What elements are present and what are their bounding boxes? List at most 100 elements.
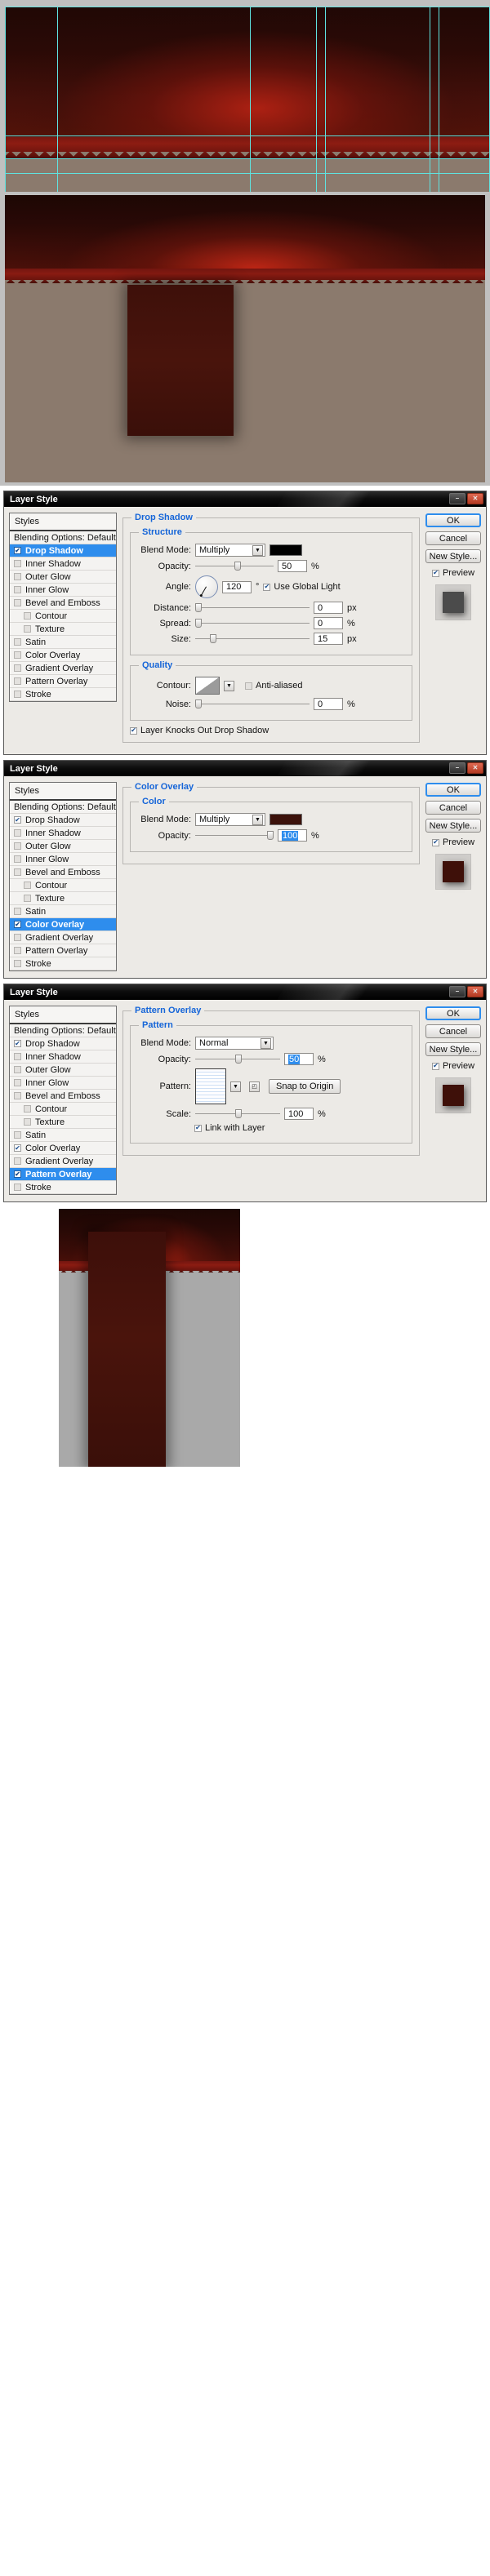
opacity-slider[interactable] xyxy=(195,561,274,571)
checkbox-icon[interactable] xyxy=(14,664,21,672)
checkbox-icon[interactable]: ✔ xyxy=(130,726,137,735)
spread-slider[interactable] xyxy=(195,618,310,628)
styles-item-inner-glow[interactable]: Inner Glow xyxy=(10,1077,116,1090)
close-icon[interactable]: ✕ xyxy=(467,493,483,504)
minimize-icon[interactable]: – xyxy=(449,986,466,997)
styles-item-outer-glow[interactable]: Outer Glow xyxy=(10,1064,116,1077)
preview-checkbox[interactable]: ✔ Preview xyxy=(425,1061,481,1071)
checkbox-icon[interactable] xyxy=(14,1184,21,1191)
chevron-down-icon[interactable]: ▼ xyxy=(261,1037,271,1049)
checkbox-icon[interactable]: ✔ xyxy=(14,816,21,824)
chevron-down-icon[interactable]: ▼ xyxy=(224,680,234,691)
slider-knob[interactable] xyxy=(234,561,241,571)
checkbox-icon[interactable] xyxy=(24,1118,31,1126)
checkbox-icon[interactable] xyxy=(14,1053,21,1060)
styles-item-color-overlay[interactable]: ✔ Color Overlay xyxy=(10,918,116,931)
angle-dial[interactable] xyxy=(195,575,218,598)
curtain-shape-layer[interactable] xyxy=(127,285,234,436)
distance-slider[interactable] xyxy=(195,602,310,613)
checkbox-icon[interactable] xyxy=(14,677,21,685)
slider-knob[interactable] xyxy=(210,633,217,643)
slider-knob[interactable] xyxy=(195,602,202,612)
blend-mode-select[interactable]: Multiply ▼ xyxy=(195,544,265,557)
chevron-down-icon[interactable]: ▼ xyxy=(252,544,263,556)
shadow-color-swatch[interactable] xyxy=(270,544,302,556)
document-canvas[interactable] xyxy=(5,7,490,192)
minimize-icon[interactable]: – xyxy=(449,762,466,774)
cancel-button[interactable]: Cancel xyxy=(425,1024,481,1038)
checkbox-icon[interactable] xyxy=(14,1079,21,1086)
styles-item-drop-shadow[interactable]: ✔ Drop Shadow xyxy=(10,1037,116,1050)
styles-list[interactable]: Styles Blending Options: Default ✔ Drop … xyxy=(9,782,117,971)
spread-input[interactable]: 0 xyxy=(314,617,343,629)
styles-item-pattern-overlay[interactable]: Pattern Overlay xyxy=(10,675,116,688)
noise-input[interactable]: 0 xyxy=(314,698,343,710)
guide-vertical[interactable] xyxy=(5,7,6,192)
styles-item-pattern-overlay[interactable]: ✔ Pattern Overlay xyxy=(10,1168,116,1181)
cancel-button[interactable]: Cancel xyxy=(425,801,481,815)
styles-item-color-overlay[interactable]: ✔ Color Overlay xyxy=(10,1142,116,1155)
checkbox-icon[interactable] xyxy=(245,682,252,690)
slider-knob[interactable] xyxy=(195,699,202,708)
checkbox-icon[interactable] xyxy=(14,908,21,915)
styles-item-blending-options[interactable]: Blending Options: Default xyxy=(10,801,116,814)
styles-item-contour[interactable]: Contour xyxy=(10,610,116,623)
slider-knob[interactable] xyxy=(234,1054,242,1064)
opacity-slider[interactable] xyxy=(195,830,274,841)
new-style-button[interactable]: New Style... xyxy=(425,1042,481,1056)
link-with-layer-checkbox[interactable]: ✔ Link with Layer xyxy=(194,1123,265,1133)
opacity-input[interactable]: 50 xyxy=(278,560,307,572)
styles-item-bevel-and-emboss[interactable]: Bevel and Emboss xyxy=(10,866,116,879)
guide-horizontal[interactable] xyxy=(5,173,490,174)
styles-item-satin[interactable]: Satin xyxy=(10,1129,116,1142)
layer-knocks-out-checkbox[interactable]: ✔ Layer Knocks Out Drop Shadow xyxy=(130,726,412,735)
checkbox-icon[interactable]: ✔ xyxy=(14,1040,21,1047)
styles-item-contour[interactable]: Contour xyxy=(10,1103,116,1116)
opacity-input[interactable]: 100 xyxy=(278,829,307,842)
checkbox-icon[interactable]: ✔ xyxy=(263,583,271,591)
layer-style-dialog-pattern-overlay[interactable]: Layer Style – ✕ Styles Blending Options:… xyxy=(3,984,487,1202)
contour-preset-picker[interactable] xyxy=(195,677,220,695)
new-preset-icon[interactable]: ◰ xyxy=(249,1081,260,1092)
chevron-down-icon[interactable]: ▼ xyxy=(230,1081,241,1092)
styles-item-inner-glow[interactable]: Inner Glow xyxy=(10,853,116,866)
opacity-slider[interactable] xyxy=(195,1054,280,1064)
guide-horizontal[interactable] xyxy=(5,135,490,136)
checkbox-icon[interactable] xyxy=(14,651,21,659)
checkbox-icon[interactable] xyxy=(14,842,21,850)
styles-item-inner-shadow[interactable]: Inner Shadow xyxy=(10,827,116,840)
slider-knob[interactable] xyxy=(234,1108,242,1118)
final-canvas[interactable] xyxy=(59,1209,240,1467)
checkbox-icon[interactable] xyxy=(14,691,21,698)
layer-style-dialog-color-overlay[interactable]: Layer Style – ✕ Styles Blending Options:… xyxy=(3,760,487,979)
checkbox-icon[interactable] xyxy=(14,934,21,941)
styles-list[interactable]: Styles Blending Options: Default ✔ Drop … xyxy=(9,1006,117,1195)
checkbox-icon[interactable] xyxy=(14,855,21,863)
checkbox-icon[interactable] xyxy=(14,947,21,954)
scale-input[interactable]: 100 xyxy=(284,1108,314,1120)
styles-item-pattern-overlay[interactable]: Pattern Overlay xyxy=(10,944,116,957)
checkbox-icon[interactable]: ✔ xyxy=(194,1124,202,1132)
size-input[interactable]: 15 xyxy=(314,633,343,645)
styles-item-bevel-and-emboss[interactable]: Bevel and Emboss xyxy=(10,1090,116,1103)
carpet-shape-layer[interactable] xyxy=(88,1232,166,1467)
styles-item-stroke[interactable]: Stroke xyxy=(10,688,116,701)
styles-item-gradient-overlay[interactable]: Gradient Overlay xyxy=(10,662,116,675)
size-slider[interactable] xyxy=(195,633,310,644)
styles-item-inner-shadow[interactable]: Inner Shadow xyxy=(10,557,116,571)
ok-button[interactable]: OK xyxy=(425,1006,481,1020)
chevron-down-icon[interactable]: ▼ xyxy=(252,814,263,825)
styles-item-inner-shadow[interactable]: Inner Shadow xyxy=(10,1050,116,1064)
blend-mode-select[interactable]: Multiply ▼ xyxy=(195,813,265,826)
styles-item-outer-glow[interactable]: Outer Glow xyxy=(10,571,116,584)
checkbox-icon[interactable]: ✔ xyxy=(431,569,439,577)
checkbox-icon[interactable] xyxy=(14,868,21,876)
styles-item-contour[interactable]: Contour xyxy=(10,879,116,892)
minimize-icon[interactable]: – xyxy=(449,493,466,504)
use-global-light-checkbox[interactable]: ✔ Use Global Light xyxy=(263,582,341,592)
checkbox-icon[interactable] xyxy=(24,612,31,620)
angle-input[interactable]: 120 xyxy=(222,580,252,593)
styles-item-blending-options[interactable]: Blending Options: Default xyxy=(10,531,116,544)
noise-slider[interactable] xyxy=(195,699,310,709)
checkbox-icon[interactable]: ✔ xyxy=(431,838,439,846)
